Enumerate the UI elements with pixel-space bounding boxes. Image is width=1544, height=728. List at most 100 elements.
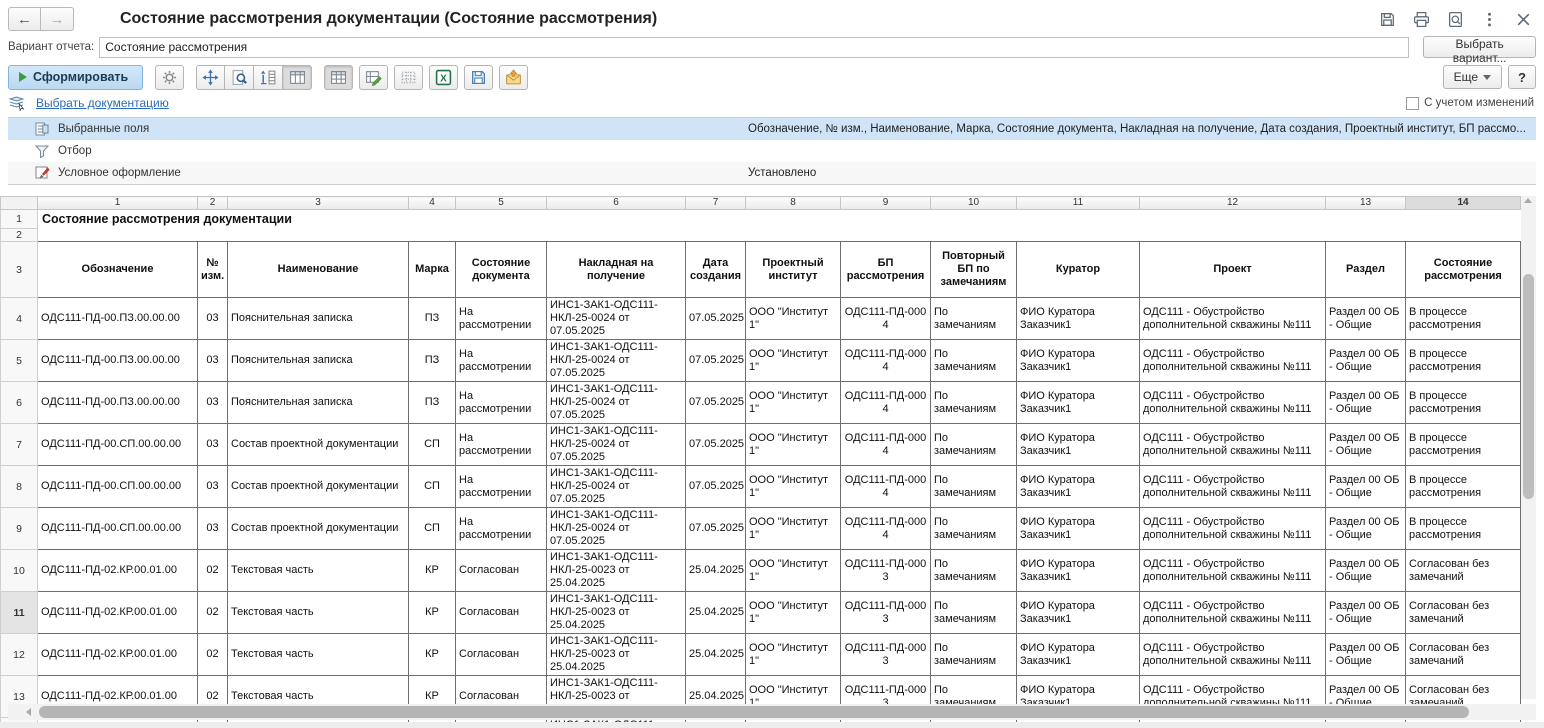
table-cell[interactable]: ИНС1-ЗАК1-ОДС111-НКЛ-25-0024 от 07.05.20… <box>547 340 686 382</box>
table-cell[interactable]: ООО "Институт 1" <box>746 592 841 634</box>
row-number[interactable]: 5 <box>1 340 38 382</box>
table-cell[interactable]: По замечаниям <box>931 550 1017 592</box>
table-cell[interactable]: СП <box>409 508 456 550</box>
table-cell[interactable]: ООО "Институт 1" <box>746 550 841 592</box>
table-cell[interactable]: КР <box>409 634 456 676</box>
column-number[interactable]: 1 <box>38 197 198 210</box>
table-cell[interactable]: Раздел 00 ОБ - Общие <box>1326 298 1406 340</box>
table-cell[interactable]: Раздел 00 ОБ - Общие <box>1326 340 1406 382</box>
table-cell[interactable]: 03 <box>198 424 228 466</box>
row-number[interactable]: 6 <box>1 382 38 424</box>
table-cell[interactable]: Раздел 00 ОБ - Общие <box>1326 634 1406 676</box>
table-cell[interactable]: В процессе рассмотрения <box>1406 508 1521 550</box>
header-cell[interactable]: Состояние рассмотрения <box>1406 242 1521 298</box>
export-excel-icon[interactable]: X <box>429 65 458 90</box>
table-cell[interactable]: ФИО Куратора Заказчик1 <box>1017 382 1140 424</box>
forward-button[interactable]: → <box>41 7 74 31</box>
table-cell[interactable]: Согласован без замечаний <box>1406 592 1521 634</box>
table-cell[interactable]: 03 <box>198 340 228 382</box>
more-button[interactable]: Еще <box>1443 65 1502 89</box>
choose-variant-button[interactable]: Выбрать вариант... <box>1423 36 1536 58</box>
column-number[interactable]: 2 <box>198 197 228 210</box>
row-number[interactable]: 9 <box>1 508 38 550</box>
table-cell[interactable]: На рассмотрении <box>456 340 547 382</box>
table-cell[interactable]: 03 <box>198 466 228 508</box>
table-cell[interactable]: Согласован <box>456 634 547 676</box>
table-cell[interactable]: ОДС111-ПД-0004 <box>841 508 931 550</box>
generate-button[interactable]: Сформировать <box>8 65 143 90</box>
settings-row[interactable]: Условное оформлениеУстановлено <box>8 162 1536 184</box>
table-cell[interactable]: ОДС111-ПД-0004 <box>841 424 931 466</box>
table-cell[interactable]: В процессе рассмотрения <box>1406 424 1521 466</box>
table-cell[interactable]: По замечаниям <box>931 424 1017 466</box>
choose-documentation-link[interactable]: Выбрать документацию <box>36 96 169 110</box>
table-cell[interactable]: Раздел 00 ОБ - Общие <box>1326 592 1406 634</box>
report-title-cell[interactable]: Состояние рассмотрения документации <box>38 210 1521 229</box>
table-cell[interactable]: ФИО Куратора Заказчик1 <box>1017 550 1140 592</box>
column-number[interactable]: 10 <box>931 197 1017 210</box>
table-cell[interactable]: 03 <box>198 298 228 340</box>
back-button[interactable]: ← <box>8 7 41 31</box>
zoom-preview-icon[interactable] <box>225 65 254 90</box>
table-cell[interactable]: По замечаниям <box>931 382 1017 424</box>
table-cell[interactable]: КР <box>409 592 456 634</box>
header-cell[interactable]: БП рассмотрения <box>841 242 931 298</box>
table-cell[interactable]: 03 <box>198 508 228 550</box>
table-cell[interactable]: ОДС111-ПД-0004 <box>841 298 931 340</box>
table-cell[interactable]: На рассмотрении <box>456 466 547 508</box>
row-number[interactable]: 3 <box>1 242 38 298</box>
table-cell[interactable]: ОДС111-ПД-00.ПЗ.00.00.00 <box>38 340 198 382</box>
table-cell[interactable]: По замечаниям <box>931 508 1017 550</box>
column-number[interactable]: 11 <box>1017 197 1140 210</box>
table-cell[interactable]: ОДС111-ПД-0004 <box>841 340 931 382</box>
table-cell[interactable]: Согласован <box>456 592 547 634</box>
help-button[interactable]: ? <box>1508 65 1536 89</box>
table-cell[interactable]: СП <box>409 466 456 508</box>
table-cell[interactable]: ОДС111-ПД-00.ПЗ.00.00.00 <box>38 382 198 424</box>
table-cell[interactable]: ОДС111-ПД-02.КР.00.01.00 <box>38 634 198 676</box>
table-cell[interactable]: 07.05.2025 <box>686 424 746 466</box>
report-settings-icon[interactable] <box>155 65 184 90</box>
cells-grid-icon[interactable] <box>394 65 423 90</box>
row-number[interactable]: 12 <box>1 634 38 676</box>
column-number[interactable]: 9 <box>841 197 931 210</box>
column-number[interactable]: 5 <box>456 197 547 210</box>
table-columns-icon[interactable] <box>283 65 312 90</box>
table-cell[interactable]: По замечаниям <box>931 466 1017 508</box>
table-cell[interactable]: ООО "Институт 1" <box>746 424 841 466</box>
horizontal-scrollbar[interactable] <box>8 704 1536 720</box>
table-cell[interactable]: На рассмотрении <box>456 424 547 466</box>
column-number[interactable]: 14 <box>1406 197 1521 210</box>
row-number[interactable]: 8 <box>1 466 38 508</box>
scale-icon[interactable] <box>254 65 283 90</box>
scroll-up-icon[interactable] <box>1524 198 1532 203</box>
header-cell[interactable]: Куратор <box>1017 242 1140 298</box>
table-cell[interactable]: 25.04.2025 <box>686 550 746 592</box>
table-cell[interactable]: 02 <box>198 634 228 676</box>
row-number[interactable]: 10 <box>1 550 38 592</box>
table-cell[interactable]: ООО "Институт 1" <box>746 466 841 508</box>
table-cell[interactable]: ОДС111-ПД-0003 <box>841 550 931 592</box>
table-cell[interactable]: По замечаниям <box>931 592 1017 634</box>
table-cell[interactable]: Согласован без замечаний <box>1406 634 1521 676</box>
horizontal-scroll-thumb[interactable] <box>39 706 1469 718</box>
table-cell[interactable]: В процессе рассмотрения <box>1406 466 1521 508</box>
table-cell[interactable]: ИНС1-ЗАК1-ОДС111-НКЛ-25-0023 от 25.04.20… <box>547 550 686 592</box>
header-cell[interactable]: Марка <box>409 242 456 298</box>
table-cell[interactable]: ПЗ <box>409 382 456 424</box>
table-cell[interactable]: ООО "Институт 1" <box>746 298 841 340</box>
print-preview-icon[interactable] <box>1444 8 1466 30</box>
blank-cell[interactable] <box>38 229 1521 242</box>
table-cell[interactable]: Текстовая часть <box>228 550 409 592</box>
table-cell[interactable]: Состав проектной документации <box>228 508 409 550</box>
table-cell[interactable]: ОДС111 - Обустройство дополнительной скв… <box>1140 592 1326 634</box>
table-cell[interactable]: ОДС111-ПД-0004 <box>841 382 931 424</box>
more-menu-icon[interactable] <box>1478 8 1500 30</box>
close-icon[interactable] <box>1512 8 1534 30</box>
header-cell[interactable]: № изм. <box>198 242 228 298</box>
header-cell[interactable]: Состояние документа <box>456 242 547 298</box>
table-cell[interactable]: ИНС1-ЗАК1-ОДС111-НКЛ-25-0023 от 25.04.20… <box>547 634 686 676</box>
column-number[interactable]: 7 <box>686 197 746 210</box>
table-cell[interactable]: Состав проектной документации <box>228 466 409 508</box>
table-cell[interactable]: Состав проектной документации <box>228 424 409 466</box>
